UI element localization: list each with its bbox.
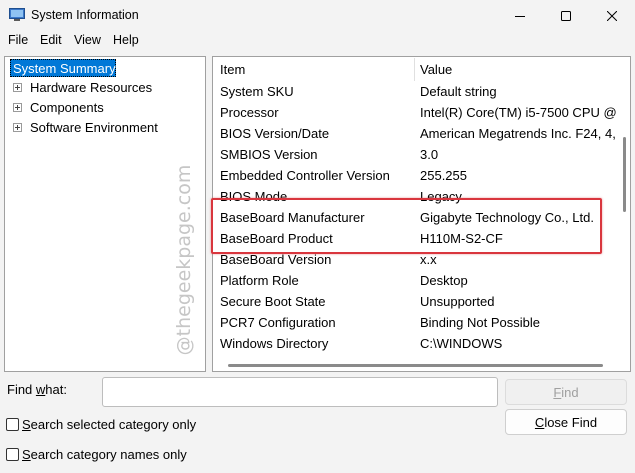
cell-value: Binding Not Possible: [420, 315, 540, 330]
cell-item: Windows Directory: [220, 336, 329, 351]
cell-value: 3.0: [420, 147, 439, 162]
cell-value: American Megatrends Inc. F24, 4,: [420, 126, 616, 141]
cell-item: Secure Boot State: [220, 294, 326, 309]
menu-edit[interactable]: Edit: [40, 33, 62, 47]
table-row[interactable]: Processor Intel(R) Core(TM) i5-7500 CPU …: [213, 103, 617, 124]
cell-value: 255.255: [420, 168, 467, 183]
close-find-button[interactable]: Close Find: [505, 409, 627, 435]
horizontal-scrollbar[interactable]: [213, 359, 618, 371]
menu-view[interactable]: View: [74, 33, 101, 47]
watermark: @thegeekpage.com: [172, 160, 196, 360]
vertical-scrollbar[interactable]: [618, 57, 630, 347]
tree-item-hardware-resources[interactable]: Hardware Resources: [5, 78, 205, 97]
cell-item: SMBIOS Version: [220, 147, 318, 162]
window-title: System Information: [31, 8, 139, 22]
table-row[interactable]: Secure Boot State Unsupported: [213, 292, 617, 313]
find-what-input[interactable]: [102, 377, 498, 407]
cell-value: Intel(R) Core(TM) i5-7500 CPU @: [420, 105, 617, 120]
highlight-annotation-box: [211, 198, 602, 254]
cell-item: PCR7 Configuration: [220, 315, 336, 330]
table-row[interactable]: SMBIOS Version 3.0: [213, 145, 617, 166]
cell-item: Processor: [220, 105, 279, 120]
cell-item: BaseBoard Version: [220, 252, 332, 267]
table-row[interactable]: Platform Role Desktop: [213, 271, 617, 292]
cell-item: BIOS Version/Date: [220, 126, 330, 141]
minimize-button[interactable]: [497, 0, 543, 31]
column-divider[interactable]: [414, 58, 415, 81]
menu-help[interactable]: Help: [113, 33, 139, 47]
search-selected-category-label: Search selected category only: [22, 417, 197, 432]
column-header-value[interactable]: Value: [420, 57, 452, 82]
cell-value: C:\WINDOWS: [420, 336, 503, 351]
table-row[interactable]: System SKU Default string: [213, 82, 617, 103]
search-category-names-checkbox[interactable]: [6, 448, 19, 461]
tree-item-label: Software Environment: [30, 120, 158, 135]
table-row[interactable]: Embedded Controller Version 255.255: [213, 166, 617, 187]
minimize-icon: [515, 15, 525, 17]
vertical-scroll-thumb[interactable]: [623, 137, 626, 212]
system-information-app-icon: [9, 8, 25, 21]
tree-item-system-summary[interactable]: System Summary: [10, 59, 116, 77]
menu-file[interactable]: File: [8, 33, 28, 47]
cell-value: Unsupported: [420, 294, 495, 309]
cell-value: x.x: [420, 252, 437, 267]
cell-item: Embedded Controller Version: [220, 168, 390, 183]
expand-plus-icon[interactable]: [13, 83, 22, 92]
expand-plus-icon[interactable]: [13, 123, 22, 132]
column-header-item[interactable]: Item: [220, 57, 245, 82]
cell-value: Desktop: [420, 273, 468, 288]
table-row[interactable]: BIOS Version/Date American Megatrends In…: [213, 124, 617, 145]
tree-item-components[interactable]: Components: [5, 98, 205, 117]
search-category-names-label: Search category names only: [22, 447, 187, 462]
close-icon: [607, 10, 617, 21]
menu-bar: File Edit View Help: [0, 31, 635, 51]
title-bar[interactable]: System Information: [0, 0, 635, 31]
tree-item-software-environment[interactable]: Software Environment: [5, 118, 205, 137]
expand-plus-icon[interactable]: [13, 103, 22, 112]
tree-item-label: Components: [30, 100, 104, 115]
table-row[interactable]: Windows Directory C:\WINDOWS: [213, 334, 617, 355]
horizontal-scroll-thumb[interactable]: [228, 364, 603, 367]
maximize-button[interactable]: [543, 0, 589, 31]
watermark-text: @thegeekpage.com: [173, 164, 195, 356]
maximize-icon: [561, 10, 571, 21]
cell-value: Default string: [420, 84, 497, 99]
cell-item: Platform Role: [220, 273, 299, 288]
search-selected-category-checkbox[interactable]: [6, 418, 19, 431]
tree-item-label: Hardware Resources: [30, 80, 153, 95]
find-what-label: Find what:: [7, 382, 67, 397]
table-row[interactable]: PCR7 Configuration Binding Not Possible: [213, 313, 617, 334]
find-button[interactable]: Find: [505, 379, 627, 405]
close-button[interactable]: [589, 0, 635, 31]
tree-item-label: System Summary: [13, 61, 116, 76]
cell-item: System SKU: [220, 84, 294, 99]
